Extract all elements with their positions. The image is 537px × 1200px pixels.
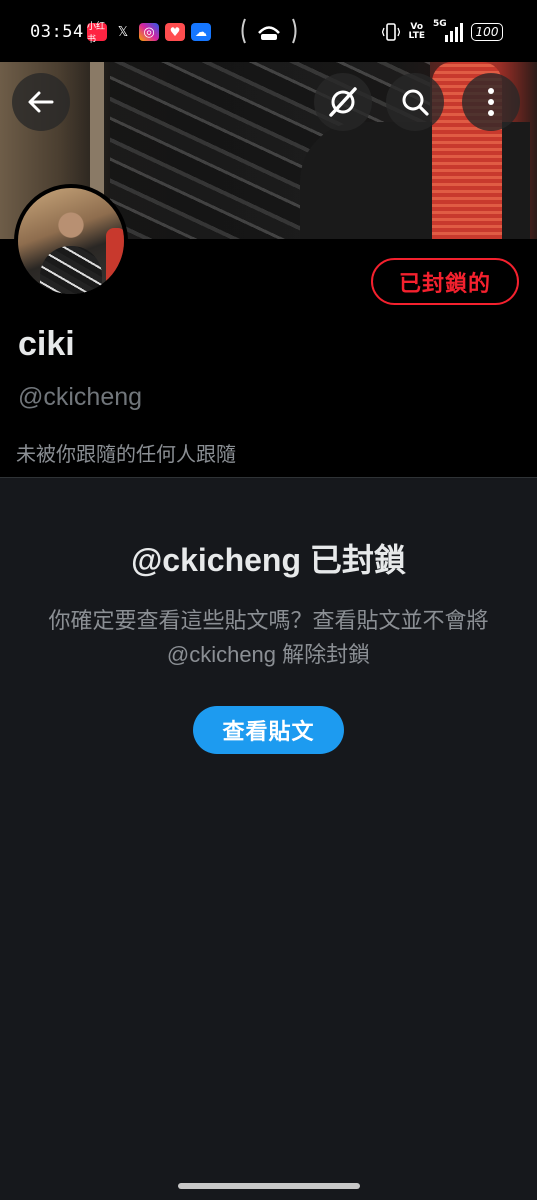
volte-indicator: Vo LTE	[408, 23, 425, 41]
back-button[interactable]	[12, 73, 70, 131]
user-handle: @ckicheng	[18, 383, 143, 411]
cloud-app-icon: ☁	[191, 23, 211, 41]
blocked-notice-title: @ckicheng 已封鎖	[131, 542, 406, 578]
blocked-notice-panel	[0, 478, 537, 1200]
battery-indicator: 100	[471, 23, 503, 41]
blocked-notice-description: 你確定要查看這些貼文嗎？查看貼文並不會將 @ckicheng 解除封鎖	[48, 608, 489, 667]
status-time: 03:54	[30, 22, 84, 42]
arrow-left-icon	[28, 91, 54, 113]
search-icon	[402, 89, 429, 116]
more-options-button[interactable]	[462, 73, 520, 131]
gesture-bar[interactable]	[178, 1183, 360, 1189]
view-posts-button[interactable]: 查看貼文	[193, 706, 344, 754]
grok-icon	[329, 87, 357, 117]
hotspot-icon	[241, 18, 297, 44]
heart-app-icon: ♥	[165, 23, 185, 41]
instagram-icon: ◎	[139, 23, 159, 41]
followers-you-know: 未被你跟隨的任何人跟隨	[16, 444, 236, 466]
volte-bottom-text: LTE	[408, 31, 425, 41]
vibrate-icon	[382, 23, 401, 41]
status-bar: 03:54 小红书 𝕏 ◎ ♥ ☁ Vo LTE 5G 100	[0, 0, 537, 62]
more-vertical-icon	[488, 88, 494, 116]
grok-button[interactable]	[314, 73, 372, 131]
blocked-button[interactable]: 已封鎖的	[371, 258, 519, 305]
display-name: ciki	[18, 325, 75, 363]
xiaohongshu-icon: 小红书	[87, 22, 107, 45]
avatar[interactable]	[14, 184, 128, 298]
x-icon: 𝕏	[113, 23, 133, 41]
avatar-photo-element	[106, 228, 124, 294]
avatar-photo-element	[40, 246, 102, 294]
notification-icons: 小红书 𝕏 ◎ ♥ ☁	[87, 22, 211, 45]
search-button[interactable]	[386, 73, 444, 131]
system-status: Vo LTE 5G 100	[382, 19, 503, 42]
signal-icon: 5G	[433, 19, 463, 42]
